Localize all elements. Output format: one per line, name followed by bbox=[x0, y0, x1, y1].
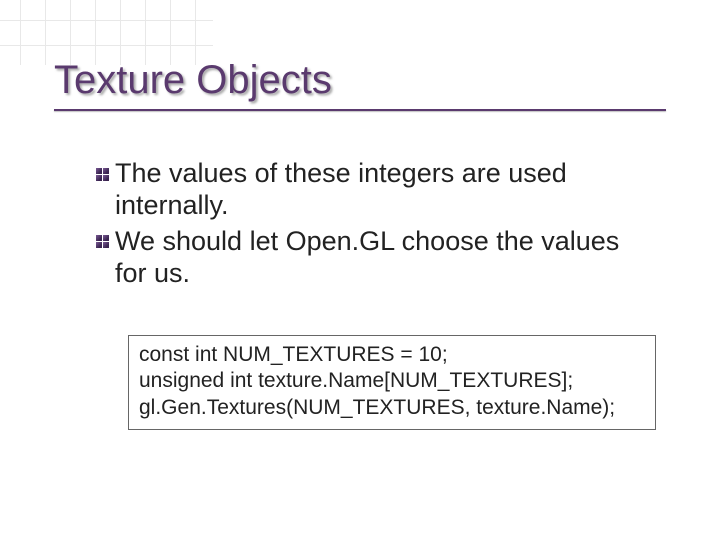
code-line: gl.Gen.Textures(NUM_TEXTURES, texture.Na… bbox=[139, 395, 645, 421]
code-box: const int NUM_TEXTURES = 10; unsigned in… bbox=[128, 335, 656, 430]
bullet-text: The values of these integers are used in… bbox=[115, 158, 655, 222]
code-line: unsigned int texture.Name[NUM_TEXTURES]; bbox=[139, 368, 645, 394]
diamond-bullet-icon bbox=[95, 235, 109, 249]
bullet-item: The values of these integers are used in… bbox=[95, 158, 655, 222]
diamond-bullet-icon bbox=[95, 167, 109, 181]
bullet-text: We should let Open.GL choose the values … bbox=[115, 226, 655, 290]
slide-body: The values of these integers are used in… bbox=[95, 158, 655, 293]
title-underline bbox=[54, 109, 666, 111]
grid-mask-bottom bbox=[0, 65, 213, 540]
title-wrap: Texture Objects bbox=[54, 58, 332, 102]
slide-title: Texture Objects bbox=[54, 58, 332, 102]
code-line: const int NUM_TEXTURES = 10; bbox=[139, 342, 645, 368]
slide: Texture Objects The values of these inte… bbox=[0, 0, 720, 540]
bullet-item: We should let Open.GL choose the values … bbox=[95, 226, 655, 290]
